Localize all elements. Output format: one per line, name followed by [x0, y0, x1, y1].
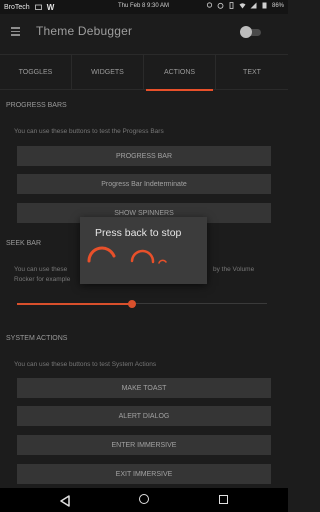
tab-text[interactable]: TEXT	[216, 55, 288, 90]
navigation-bar	[0, 488, 288, 512]
tab-widgets[interactable]: WIDGETS	[72, 55, 144, 90]
tab-label: ACTIONS	[163, 69, 196, 76]
app-notification-icon: W	[46, 2, 55, 12]
location-icon	[206, 2, 213, 9]
app-bar: Theme Debugger	[0, 14, 288, 50]
spinner-large	[87, 246, 116, 263]
tab-label: TOGGLES	[18, 69, 53, 76]
battery-percent: 86%	[271, 2, 284, 9]
home-icon[interactable]	[139, 494, 149, 504]
tab-label: TEXT	[243, 69, 261, 76]
spinners	[87, 246, 167, 264]
section-description-seek-bar: You can use these	[14, 266, 68, 273]
seek-thumb[interactable]	[128, 300, 136, 308]
battery-icon	[261, 2, 268, 9]
theme-toggle-switch[interactable]	[240, 26, 262, 38]
section-description-seek-bar-line2: Rocker for example	[14, 276, 71, 283]
section-description-progress-bars: You can use these buttons to test the Pr…	[14, 128, 164, 135]
progress-bar-button[interactable]: PROGRESS BAR	[17, 146, 271, 166]
alarm-icon	[217, 2, 224, 9]
section-heading-progress-bars: PROGRESS BARS	[6, 102, 67, 109]
progress-bar-indeterminate-button[interactable]: Progress Bar Indeterminate	[17, 174, 271, 194]
tab-bar: TOGGLES WIDGETS ACTIONS TEXT	[0, 54, 288, 91]
status-datetime: Thu Feb 8 9:30 AM	[118, 3, 170, 9]
section-heading-system-actions: SYSTEM ACTIONS	[6, 335, 68, 342]
back-icon[interactable]	[60, 494, 70, 512]
spinner-medium	[130, 249, 155, 264]
hamburger-menu-icon[interactable]	[11, 27, 20, 36]
carrier-label: BroTech	[4, 3, 30, 11]
seek-bar[interactable]	[17, 300, 267, 308]
tab-toggles[interactable]: TOGGLES	[0, 55, 72, 90]
page-title: Theme Debugger	[36, 24, 133, 38]
signal-icon	[250, 2, 257, 9]
enter-immersive-button[interactable]: ENTER IMMERSIVE	[17, 435, 271, 455]
toggle-thumb	[240, 26, 252, 38]
section-description-seek-bar-tail: by the Volume	[213, 266, 255, 273]
spinner-small	[158, 259, 167, 264]
recent-apps-icon[interactable]	[219, 495, 228, 504]
exit-immersive-button[interactable]: EXIT IMMERSIVE	[17, 464, 271, 484]
seek-progress	[17, 303, 132, 305]
tab-actions[interactable]: ACTIONS	[144, 55, 216, 91]
section-heading-seek-bar: SEEK BAR	[6, 240, 42, 247]
wifi-icon	[239, 2, 246, 9]
vibrate-icon	[228, 2, 235, 9]
status-bar: BroTech W Thu Feb 8 9:30 AM 86%	[0, 0, 288, 14]
spinner-dialog: Press back to stop	[80, 217, 207, 284]
alert-dialog-button[interactable]: ALERT DIALOG	[17, 406, 271, 426]
tab-label: WIDGETS	[91, 69, 124, 76]
make-toast-button[interactable]: MAKE TOAST	[17, 378, 271, 398]
section-description-system-actions: You can use these buttons to test System…	[14, 361, 157, 368]
message-icon	[34, 4, 42, 11]
